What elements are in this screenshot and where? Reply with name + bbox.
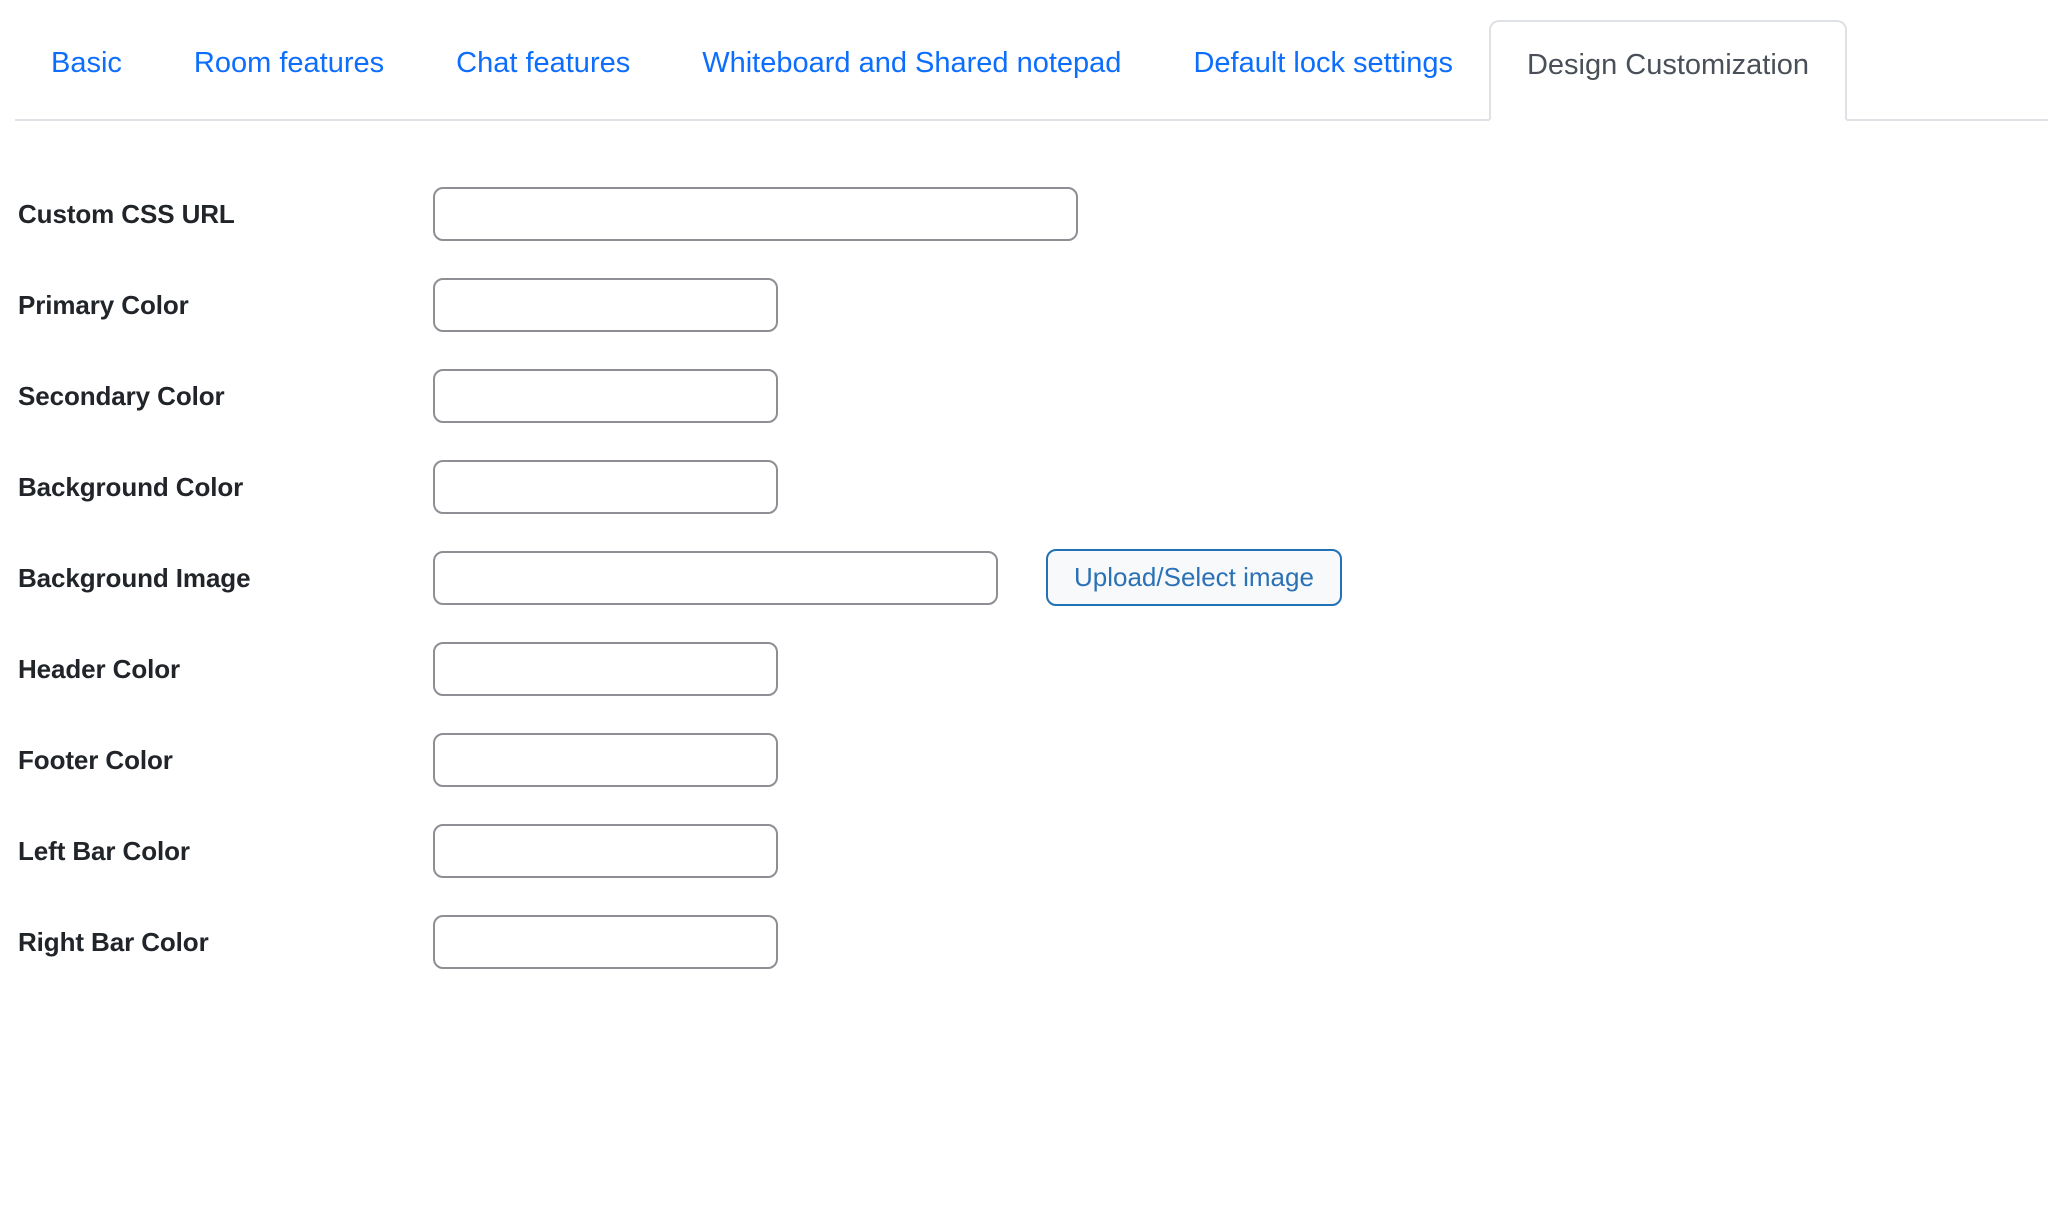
input-header-color[interactable] (433, 641, 778, 696)
tab-link-label[interactable]: Chat features (420, 44, 666, 121)
tab-link-label[interactable]: Default lock settings (1157, 44, 1489, 121)
input-right-bar-color[interactable] (433, 914, 778, 969)
control-right-bar-color (433, 914, 778, 969)
label-custom-css-url: Custom CSS URL (18, 198, 235, 229)
tab-link-label[interactable]: Room features (158, 44, 420, 121)
label-header-color: Header Color (18, 653, 181, 684)
form-row-secondary-color: Secondary Color (0, 350, 2048, 441)
upload-select-image-button[interactable]: Upload/Select image (1046, 549, 1342, 606)
tab-item-basic[interactable]: Basic (15, 44, 158, 121)
tab-item-design-customization[interactable]: Design Customization (1488, 20, 1848, 121)
label-left-bar-color: Left Bar Color (18, 835, 190, 866)
label-secondary-color: Secondary Color (18, 380, 225, 411)
form-row-left-bar-color: Left Bar Color (0, 805, 2048, 896)
control-primary-color (433, 277, 778, 332)
design-customization-form: Custom CSS URL Primary Color Secondary Col… (0, 168, 2048, 987)
input-footer-color[interactable] (433, 732, 778, 787)
tab-item-room-features[interactable]: Room features (158, 44, 420, 121)
tab-link-label[interactable]: Basic (15, 44, 158, 121)
label-footer-color: Footer Color (18, 744, 173, 775)
control-left-bar-color (433, 823, 778, 878)
tab-item-default-lock-settings[interactable]: Default lock settings (1157, 44, 1489, 121)
tab-item-whiteboard-and-shared-notepad[interactable]: Whiteboard and Shared notepad (666, 44, 1157, 121)
input-left-bar-color[interactable] (433, 823, 778, 878)
form-row-primary-color: Primary Color (0, 259, 2048, 350)
label-right-bar-color: Right Bar Color (18, 926, 209, 957)
form-row-footer-color: Footer Color (0, 714, 2048, 805)
tab-link-label[interactable]: Design Customization (1488, 20, 1848, 121)
form-row-background-image: Background Image Upload/Select image (0, 532, 2048, 623)
control-header-color (433, 641, 778, 696)
control-custom-css-url (433, 186, 1078, 241)
tab-list: Basic Room features Chat features Whiteboar… (15, 0, 2033, 121)
control-background-color (433, 459, 778, 514)
form-row-background-color: Background Color (0, 441, 2048, 532)
form-row-custom-css-url: Custom CSS URL (0, 168, 2048, 259)
tab-item-chat-features[interactable]: Chat features (420, 44, 666, 121)
control-footer-color (433, 732, 778, 787)
settings-tab-bar: Basic Room features Chat features Whiteboar… (0, 0, 2048, 121)
input-background-color[interactable] (433, 459, 778, 514)
input-secondary-color[interactable] (433, 368, 778, 423)
label-background-color: Background Color (18, 471, 244, 502)
control-secondary-color (433, 368, 778, 423)
input-background-image[interactable] (433, 550, 998, 605)
form-row-header-color: Header Color (0, 623, 2048, 714)
input-custom-css-url[interactable] (433, 186, 1078, 241)
tab-link-label[interactable]: Whiteboard and Shared notepad (666, 44, 1157, 121)
label-background-image: Background Image (18, 562, 251, 593)
input-primary-color[interactable] (433, 277, 778, 332)
control-background-image: Upload/Select image (433, 549, 1342, 606)
form-row-right-bar-color: Right Bar Color (0, 896, 2048, 987)
label-primary-color: Primary Color (18, 289, 189, 320)
